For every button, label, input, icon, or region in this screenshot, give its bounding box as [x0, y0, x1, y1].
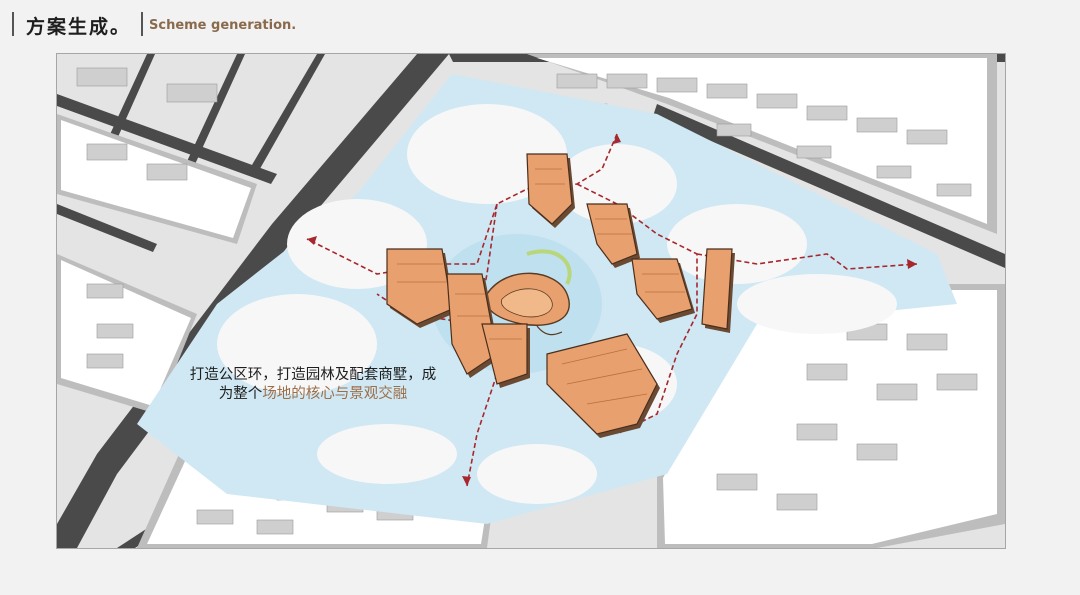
page-title-en: Scheme generation. — [149, 18, 297, 33]
caption-line-2-plain: 为整个 — [218, 386, 263, 402]
design-caption: 打造公区环，打造园林及配套商墅，成 为整个场地的核心与景观交融 — [166, 366, 460, 404]
header-divider-left — [12, 12, 14, 36]
caption-line-1: 打造公区环，打造园林及配套商墅，成 — [189, 367, 437, 383]
site-plan-illustration — [57, 54, 1005, 548]
header-divider-mid — [141, 12, 143, 36]
site-plan-image — [56, 53, 1006, 549]
caption-line-2-highlight: 场地的核心与景观交融 — [262, 386, 408, 402]
caption-line-2: 为整个场地的核心与景观交融 — [166, 385, 460, 404]
page-title-cn: 方案生成。 — [26, 16, 132, 38]
page-header: 方案生成。 Scheme generation. — [0, 0, 1080, 44]
